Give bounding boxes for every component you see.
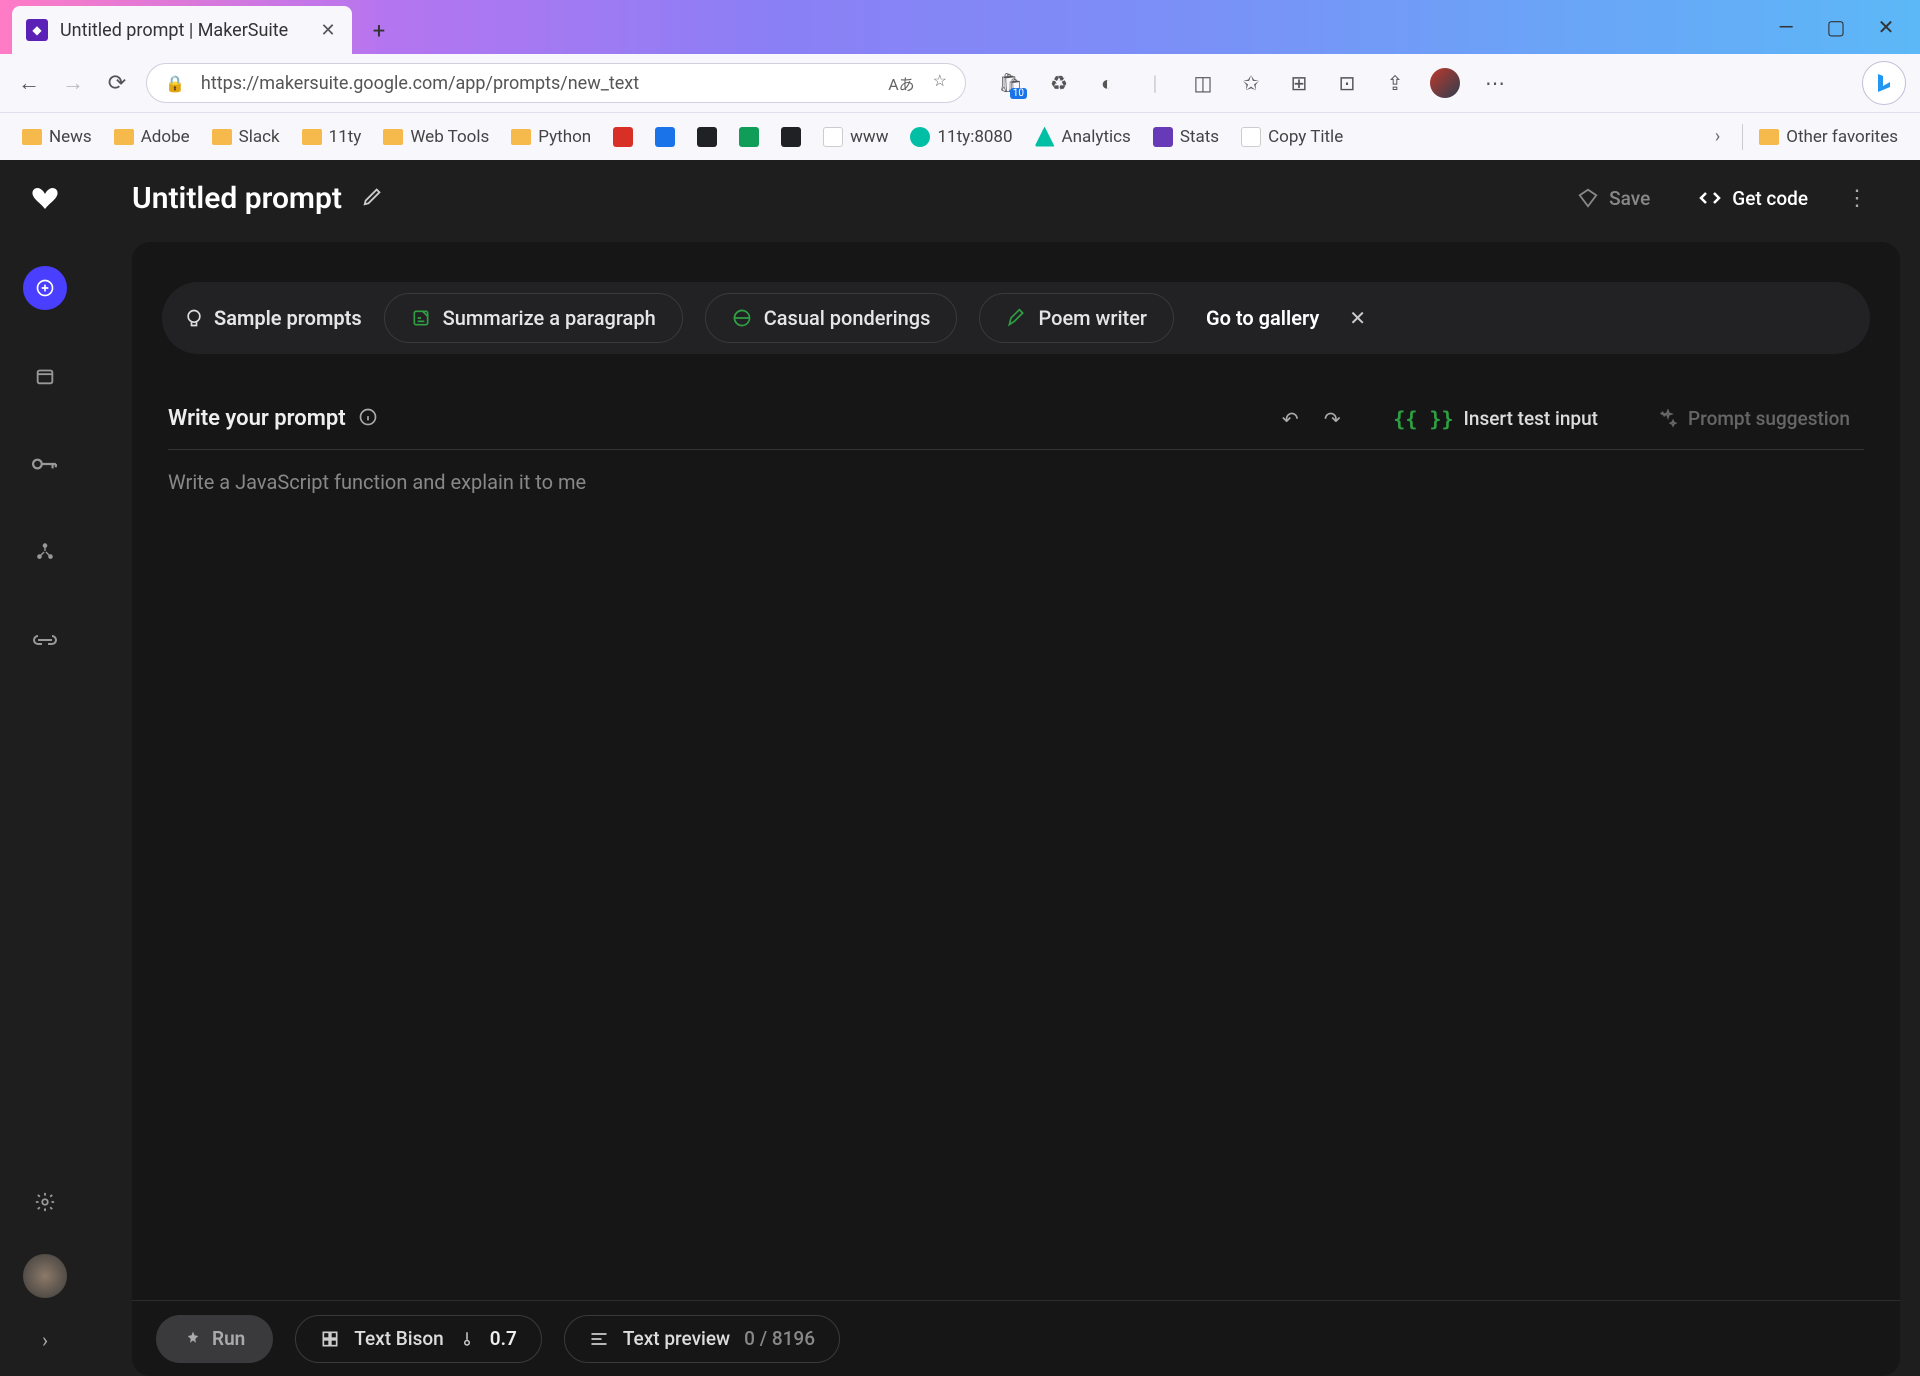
share-icon[interactable]: ⇪ bbox=[1382, 70, 1408, 96]
braces-icon: {{ }} bbox=[1393, 407, 1453, 431]
bookmark-python[interactable]: Python bbox=[505, 123, 597, 151]
url-bar-row: ← → ⟳ 🔒 https://makersuite.google.com/ap… bbox=[0, 54, 1920, 112]
page-title: Untitled prompt bbox=[132, 181, 342, 216]
bookmark-icon-5[interactable] bbox=[775, 123, 807, 151]
bookmark-11ty8080[interactable]: 11ty:8080 bbox=[904, 123, 1018, 151]
minimize-button[interactable]: — bbox=[1776, 15, 1796, 39]
url-text: https://makersuite.google.com/app/prompt… bbox=[201, 73, 872, 94]
tab-title: Untitled prompt | MakerSuite bbox=[60, 20, 306, 41]
forward-button[interactable]: → bbox=[58, 68, 88, 98]
bookmark-icon-1[interactable] bbox=[607, 123, 639, 151]
dismiss-chips-button[interactable]: ✕ bbox=[1349, 306, 1366, 330]
performance-icon[interactable]: ◐ bbox=[1094, 70, 1120, 96]
nav-link-icon[interactable] bbox=[23, 618, 67, 662]
bookmark-analytics[interactable]: Analytics bbox=[1029, 123, 1137, 151]
nav-library-icon[interactable] bbox=[23, 354, 67, 398]
tab-favicon-icon: ◆ bbox=[26, 19, 48, 41]
bookmark-copytitle[interactable]: Copy Title bbox=[1235, 123, 1349, 151]
edit-title-icon[interactable] bbox=[362, 185, 384, 211]
footer-bar: Run Text Bison 0.7 Text preview 0 / 8196 bbox=[132, 1300, 1900, 1376]
nav-network-icon[interactable] bbox=[23, 530, 67, 574]
page-header: Untitled prompt Save Get code ⋮ bbox=[90, 160, 1900, 236]
text-preview-pill[interactable]: Text preview 0 / 8196 bbox=[564, 1315, 840, 1363]
bing-chat-button[interactable] bbox=[1862, 61, 1906, 105]
save-button[interactable]: Save bbox=[1577, 187, 1650, 210]
recycle-icon[interactable]: ♻ bbox=[1046, 70, 1072, 96]
bookmark-news[interactable]: News bbox=[16, 123, 98, 151]
main-area: Untitled prompt Save Get code ⋮ Sample p… bbox=[90, 160, 1920, 1376]
new-tab-button[interactable]: + bbox=[362, 14, 396, 48]
back-button[interactable]: ← bbox=[14, 68, 44, 98]
nav-key-icon[interactable] bbox=[23, 442, 67, 486]
undo-button[interactable]: ↶ bbox=[1275, 407, 1305, 431]
sample-prompts-row: Sample prompts Summarize a paragraph Cas… bbox=[162, 282, 1870, 354]
window-controls: — ▢ ✕ bbox=[1776, 15, 1920, 39]
sidebar-icon[interactable]: ◫ bbox=[1190, 70, 1216, 96]
content-card: Sample prompts Summarize a paragraph Cas… bbox=[132, 242, 1900, 1376]
model-selector[interactable]: Text Bison 0.7 bbox=[295, 1315, 542, 1363]
sample-prompts-label: Sample prompts bbox=[184, 306, 362, 330]
browser-titlebar: ◆ Untitled prompt | MakerSuite ✕ + — ▢ ✕ bbox=[0, 0, 1920, 54]
more-options-button[interactable]: ⋮ bbox=[1846, 186, 1868, 211]
prompt-heading: Write your prompt bbox=[168, 406, 346, 431]
address-bar[interactable]: 🔒 https://makersuite.google.com/app/prom… bbox=[146, 63, 966, 103]
app-logo-icon[interactable] bbox=[27, 182, 63, 222]
bookmark-slack[interactable]: Slack bbox=[206, 123, 286, 151]
left-sidebar: › bbox=[0, 160, 90, 1376]
browser-toolbar-icons: 🛍10 ♻ ◐ | ◫ ✩ ⊞ ⊡ ⇪ ⋯ bbox=[998, 68, 1508, 98]
bookmark-icon-4[interactable] bbox=[733, 123, 765, 151]
bookmarks-overflow-button[interactable]: › bbox=[1703, 126, 1732, 147]
shopping-icon[interactable]: 🛍10 bbox=[998, 70, 1024, 96]
chip-poem[interactable]: Poem writer bbox=[979, 293, 1174, 343]
bookmark-adobe[interactable]: Adobe bbox=[108, 123, 196, 151]
token-count: 0 / 8196 bbox=[744, 1327, 815, 1350]
close-window-button[interactable]: ✕ bbox=[1876, 15, 1896, 39]
other-favorites-folder[interactable]: Other favorites bbox=[1753, 123, 1904, 151]
chip-casual[interactable]: Casual ponderings bbox=[705, 293, 958, 343]
bookmark-www[interactable]: www bbox=[817, 123, 894, 151]
run-button[interactable]: Run bbox=[156, 1315, 273, 1363]
insert-test-input-button[interactable]: {{ }} Insert test input bbox=[1379, 407, 1612, 431]
favorite-star-icon[interactable]: ☆ bbox=[933, 71, 947, 95]
redo-button[interactable]: ↷ bbox=[1317, 407, 1347, 431]
reading-mode-icon[interactable]: Aあ bbox=[888, 71, 914, 95]
settings-gear-icon[interactable] bbox=[23, 1180, 67, 1224]
bookmark-webtools[interactable]: Web Tools bbox=[377, 123, 495, 151]
collections-icon[interactable]: ⊞ bbox=[1286, 70, 1312, 96]
profile-avatar-icon[interactable] bbox=[1430, 68, 1460, 98]
browser-tab[interactable]: ◆ Untitled prompt | MakerSuite ✕ bbox=[12, 6, 352, 54]
prompt-text: Write a JavaScript function and explain … bbox=[168, 470, 1864, 494]
prompt-toolbar: Write your prompt ↶ ↷ {{ }} Insert test … bbox=[168, 406, 1864, 450]
bookmark-11ty[interactable]: 11ty bbox=[296, 123, 368, 151]
user-avatar[interactable] bbox=[23, 1254, 67, 1298]
prompt-suggestion-button[interactable]: Prompt suggestion bbox=[1644, 407, 1864, 430]
bookmarks-bar: News Adobe Slack 11ty Web Tools Python w… bbox=[0, 112, 1920, 160]
bookmark-icon-2[interactable] bbox=[649, 123, 681, 151]
divider: | bbox=[1142, 70, 1168, 96]
new-prompt-button[interactable] bbox=[23, 266, 67, 310]
info-icon[interactable] bbox=[358, 407, 378, 431]
bookmark-icon-3[interactable] bbox=[691, 123, 723, 151]
chip-summarize[interactable]: Summarize a paragraph bbox=[384, 293, 683, 343]
bookmark-stats[interactable]: Stats bbox=[1147, 123, 1225, 151]
app-container: › Untitled prompt Save Get code ⋮ bbox=[0, 160, 1920, 1376]
reload-button[interactable]: ⟳ bbox=[102, 68, 132, 98]
favorites-icon[interactable]: ✩ bbox=[1238, 70, 1264, 96]
tab-close-button[interactable]: ✕ bbox=[318, 20, 338, 41]
more-menu-icon[interactable]: ⋯ bbox=[1482, 70, 1508, 96]
go-to-gallery-link[interactable]: Go to gallery bbox=[1206, 306, 1319, 330]
thermometer-icon bbox=[458, 1330, 476, 1348]
lock-icon: 🔒 bbox=[165, 74, 185, 93]
get-code-button[interactable]: Get code bbox=[1698, 186, 1808, 210]
collapse-sidebar-button[interactable]: › bbox=[42, 1328, 48, 1352]
extensions-icon[interactable]: ⊡ bbox=[1334, 70, 1360, 96]
prompt-editor[interactable]: Write a JavaScript function and explain … bbox=[132, 450, 1900, 1300]
maximize-button[interactable]: ▢ bbox=[1826, 15, 1846, 39]
